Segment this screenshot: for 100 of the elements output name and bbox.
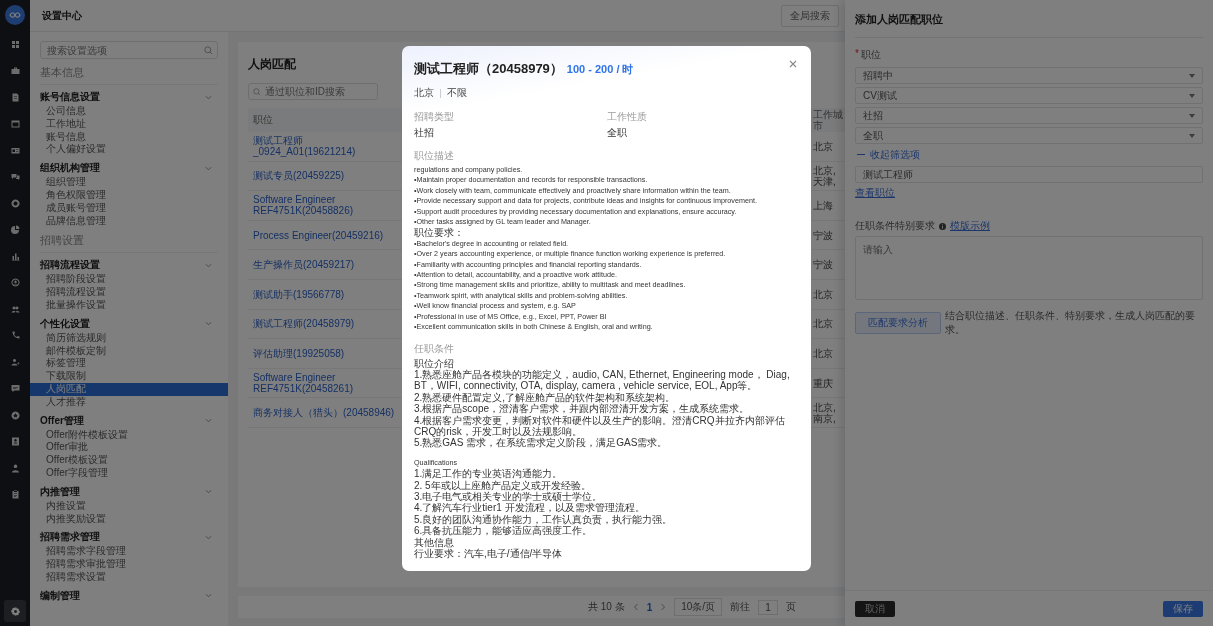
position-link[interactable]: 测试工程师_0924_A01(19621214): [248, 135, 401, 158]
group-title[interactable]: 招聘流程设置: [40, 258, 100, 273]
select-field[interactable]: 社招: [855, 107, 1203, 124]
group-title[interactable]: 内推管理: [40, 484, 80, 499]
goto-label: 前往: [730, 600, 751, 614]
table-cell-text: 北京,天津,: [813, 164, 837, 187]
pie-chart-icon: [9, 224, 21, 236]
chevron-down-icon[interactable]: [205, 262, 212, 268]
table-cell-text: 上海: [813, 200, 834, 211]
position-link[interactable]: Process Engineer(20459216): [248, 229, 384, 241]
sidebar-item[interactable]: Offer字段管理: [30, 466, 228, 480]
chevron-down-icon[interactable]: [205, 593, 212, 599]
text-line: 其他信息: [414, 536, 455, 548]
page-size-select[interactable]: 10条/页: [674, 598, 723, 616]
group-title[interactable]: 招聘需求管理: [40, 530, 100, 545]
text-line: 2.熟悉硬件配置定义,了解座舱产品的软件架构和系统架构。: [414, 391, 677, 404]
group-title[interactable]: 个性化设置: [40, 316, 90, 331]
sidebar-item[interactable]: 简历筛选规则: [30, 331, 228, 345]
text-line: 2. 5年或以上座舱产品定义或开发经验。: [414, 479, 592, 491]
chevron-down-icon[interactable]: [205, 94, 212, 100]
section-label: 任职条件: [414, 341, 455, 356]
global-search-button[interactable]: 全局搜索: [781, 4, 839, 27]
sidebar-item[interactable]: 人才推荐: [30, 395, 228, 409]
sidebar-item[interactable]: 个人偏好设置: [30, 143, 228, 157]
page-input[interactable]: 1: [758, 599, 778, 615]
position-link[interactable]: Software Engineer REF4751K(20458826): [248, 194, 401, 217]
sidebar-item[interactable]: 邮件模板定制: [30, 344, 228, 358]
section-label: 职位描述: [414, 149, 455, 163]
table-cell-text: 重庆: [813, 377, 834, 389]
table-cell-text: 北京: [813, 288, 834, 300]
sidebar-item[interactable]: 招聘需求设置: [30, 570, 228, 584]
view-position-link[interactable]: 查看职位: [855, 186, 895, 200]
sidebar-item[interactable]: 招聘需求字段管理: [30, 545, 228, 559]
sidebar-item[interactable]: 标签管理: [30, 357, 228, 371]
sidebar-item[interactable]: 账号信息: [30, 130, 228, 144]
sidebar-item[interactable]: 招聘流程设置: [30, 286, 228, 299]
keyword-field[interactable]: 测试工程师: [855, 166, 1203, 183]
grid-icon: [9, 38, 21, 50]
table-cell-text: 北京,南京,: [813, 401, 837, 424]
sidebar-item[interactable]: 批量操作设置: [30, 298, 228, 312]
requirement-textarea[interactable]: 请输入: [855, 236, 1203, 300]
sidebar-item[interactable]: Offer附件模板设置: [30, 428, 228, 442]
sidebar-item[interactable]: 品牌信息管理: [30, 214, 228, 228]
page-title: 设置中心: [42, 8, 82, 23]
analyze-button[interactable]: 匹配要求分析: [855, 312, 941, 334]
sidebar-item[interactable]: Offer模板设置: [30, 454, 228, 467]
sidebar-item[interactable]: 内推设置: [30, 499, 228, 513]
field-value: 全职: [606, 126, 628, 140]
page-number[interactable]: 1: [646, 601, 653, 613]
dialog-title: 测试工程师（20458979）: [414, 60, 563, 78]
close-icon[interactable]: [789, 60, 797, 68]
chevron-down-icon[interactable]: [205, 321, 212, 327]
total-count: 共 10 条: [588, 600, 625, 614]
table-cell-text: 北京: [813, 318, 834, 330]
sidebar-item[interactable]: 角色权限管理: [30, 189, 228, 202]
sidebar-item[interactable]: 组织管理: [30, 176, 228, 189]
group-title[interactable]: Offer管理: [40, 413, 84, 428]
select-field[interactable]: 全职: [855, 127, 1203, 144]
text-line: 4.了解汽车行业tier1 开发流程，以及需求管理流程。: [414, 502, 646, 514]
save-button[interactable]: 保存: [1163, 601, 1203, 617]
cancel-button[interactable]: 取消: [855, 601, 895, 617]
table-cell-text: 宁波: [813, 229, 834, 241]
contact-icon: [9, 436, 21, 448]
sidebar-item[interactable]: 公司信息: [30, 105, 228, 118]
template-example-link[interactable]: 模版示例: [950, 219, 990, 233]
chevron-down-icon[interactable]: [205, 534, 212, 540]
select-field[interactable]: CV测试: [855, 87, 1203, 104]
field-label: 招聘类型: [414, 110, 455, 124]
position-link[interactable]: 测试专员(20459225): [248, 170, 345, 182]
group-title[interactable]: 编制管理: [40, 588, 80, 603]
sidebar-item[interactable]: 招聘需求审批管理: [30, 558, 228, 571]
chevron-down-icon[interactable]: [205, 489, 212, 495]
sidebar-item[interactable]: 下载限制: [30, 370, 228, 383]
sidebar-item[interactable]: 内推奖励设置: [30, 512, 228, 526]
select-field[interactable]: 招聘中: [855, 67, 1203, 84]
minus-icon[interactable]: [857, 154, 865, 156]
position-link[interactable]: Software Engineer REF4751K(20458261): [248, 372, 401, 395]
chevron-down-icon[interactable]: [205, 418, 212, 424]
position-link[interactable]: 评估助理(19925058): [248, 347, 345, 359]
position-link[interactable]: 商务对接人（猎头）(20458946): [248, 407, 395, 419]
sidebar-item[interactable]: 人岗匹配: [30, 382, 228, 396]
sidebar-item[interactable]: 工作地址: [30, 117, 228, 131]
chevron-down-icon[interactable]: [205, 165, 212, 171]
table-cell-text: 北京: [813, 347, 834, 359]
position-link[interactable]: 测试助手(19566778): [248, 288, 345, 300]
position-link[interactable]: 生产操作员(20459217): [248, 259, 355, 271]
rail-button[interactable]: [4, 600, 26, 622]
collapse-filters-link[interactable]: 收起筛选项: [870, 148, 920, 162]
group-title[interactable]: 账号信息设置: [40, 90, 100, 104]
salary-text: 100 - 200 / 时: [566, 62, 634, 77]
text-line: 1.满足工作的专业英语沟通能力。: [414, 468, 564, 480]
sidebar-item[interactable]: Offer审批: [30, 441, 228, 455]
table-cell-text: 北京: [813, 140, 834, 152]
field-label: 任职条件特别要求: [855, 219, 935, 233]
sidebar-item[interactable]: 成员账号管理: [30, 201, 228, 215]
position-link[interactable]: 测试工程师(20458979): [248, 318, 355, 330]
text-line: 职位要求：: [414, 227, 465, 239]
sidebar-item[interactable]: 招聘阶段设置: [30, 273, 228, 287]
caret-icon: [1189, 93, 1195, 98]
group-title[interactable]: 组织机构管理: [40, 161, 100, 176]
